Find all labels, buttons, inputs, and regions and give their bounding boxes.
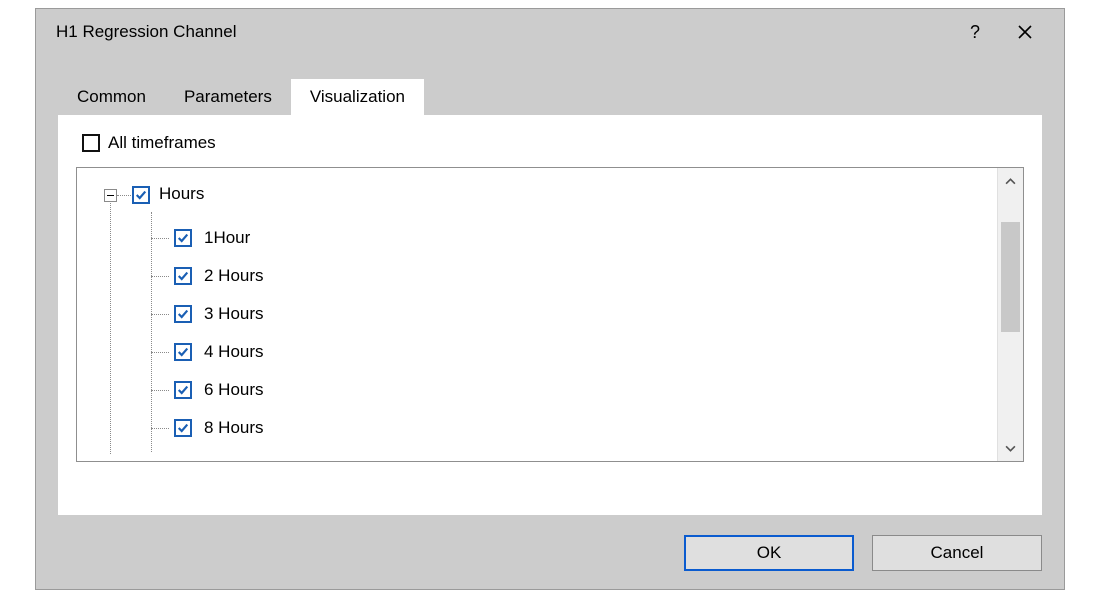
scroll-down-button[interactable] — [998, 435, 1023, 461]
scroll-up-button[interactable] — [998, 168, 1023, 194]
tree-node-label: 3 Hours — [204, 304, 264, 324]
help-button[interactable]: ? — [950, 12, 1000, 52]
tree-content: Hours 1Hour 2 Hours — [77, 168, 995, 461]
check-icon — [177, 270, 189, 282]
tree-connector — [151, 238, 169, 239]
cancel-button[interactable]: Cancel — [872, 535, 1042, 571]
all-timeframes-checkbox[interactable] — [82, 134, 100, 152]
check-icon — [177, 346, 189, 358]
tab-parameters[interactable]: Parameters — [165, 79, 291, 115]
tree-node-2hours[interactable]: 2 Hours — [77, 258, 995, 296]
tree-node-label: 2 Hours — [204, 266, 264, 286]
tab-bar: Common Parameters Visualization — [58, 77, 1064, 115]
tree-node-label: Hours — [159, 184, 204, 204]
dialog-window: H1 Regression Channel ? Common Parameter… — [35, 8, 1065, 590]
check-icon — [177, 232, 189, 244]
tree-node-3hours[interactable]: 3 Hours — [77, 296, 995, 334]
scrollbar-thumb[interactable] — [1001, 222, 1020, 332]
button-label: OK — [757, 543, 782, 563]
tab-common[interactable]: Common — [58, 79, 165, 115]
child-checkbox[interactable] — [174, 305, 192, 323]
all-timeframes-row: All timeframes — [82, 133, 1024, 153]
scrollbar[interactable] — [997, 168, 1023, 461]
collapse-toggle[interactable] — [104, 189, 117, 202]
tree-node-label: 6 Hours — [204, 380, 264, 400]
check-icon — [177, 308, 189, 320]
tree-connector — [151, 314, 169, 315]
ok-button[interactable]: OK — [684, 535, 854, 571]
child-checkbox[interactable] — [174, 229, 192, 247]
tree-connector — [151, 390, 169, 391]
minus-icon — [107, 195, 114, 196]
timeframes-tree: Hours 1Hour 2 Hours — [76, 167, 1024, 462]
titlebar: H1 Regression Channel ? — [36, 9, 1064, 55]
tree-connector — [117, 195, 131, 196]
hours-checkbox[interactable] — [132, 186, 150, 204]
tree-node-6hours[interactable]: 6 Hours — [77, 372, 995, 410]
tab-label: Visualization — [310, 87, 405, 106]
child-checkbox[interactable] — [174, 381, 192, 399]
close-button[interactable] — [1000, 12, 1050, 52]
tree-node-label: 4 Hours — [204, 342, 264, 362]
check-icon — [177, 384, 189, 396]
child-checkbox[interactable] — [174, 343, 192, 361]
child-checkbox[interactable] — [174, 267, 192, 285]
tree-node-1hour[interactable]: 1Hour — [77, 220, 995, 258]
chevron-down-icon — [1005, 443, 1016, 454]
check-icon — [177, 422, 189, 434]
tab-visualization[interactable]: Visualization — [291, 79, 424, 115]
dialog-title: H1 Regression Channel — [56, 22, 950, 42]
close-icon — [1017, 24, 1033, 40]
child-checkbox[interactable] — [174, 419, 192, 437]
tree-node-label: 8 Hours — [204, 418, 264, 438]
tree-node-8hours[interactable]: 8 Hours — [77, 410, 995, 448]
tab-label: Common — [77, 87, 146, 106]
tree-connector — [151, 352, 169, 353]
chevron-up-icon — [1005, 176, 1016, 187]
tree-node-label: 1Hour — [204, 228, 250, 248]
tree-node-hours[interactable]: Hours — [77, 176, 995, 220]
tab-label: Parameters — [184, 87, 272, 106]
dialog-footer: OK Cancel — [684, 535, 1042, 571]
all-timeframes-label: All timeframes — [108, 133, 216, 153]
tree-connector — [151, 428, 169, 429]
button-label: Cancel — [931, 543, 984, 563]
tree-connector — [151, 276, 169, 277]
help-icon: ? — [970, 22, 980, 43]
tree-node-4hours[interactable]: 4 Hours — [77, 334, 995, 372]
check-icon — [135, 189, 147, 201]
tab-panel-visualization: All timeframes Hours — [58, 115, 1042, 515]
